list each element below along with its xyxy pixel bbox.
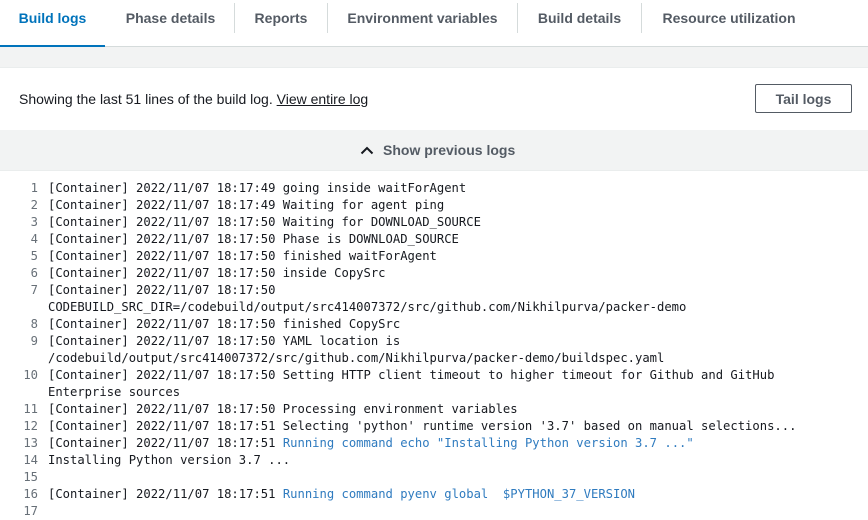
log-line-text: [Container] 2022/11/07 18:17:51 Running … bbox=[48, 435, 868, 452]
log-line: 17 bbox=[0, 503, 868, 520]
log-line: 10 [Container] 2022/11/07 18:17:50 Settin… bbox=[0, 367, 868, 401]
log-line: 13 [Container] 2022/11/07 18:17:51 Runnin… bbox=[0, 435, 868, 452]
log-message: [Container] 2022/11/07 18:17:50 CODEBUIL… bbox=[48, 283, 687, 314]
log-line-number: 12 bbox=[23, 419, 38, 433]
log-line: 8 [Container] 2022/11/07 18:17:50 finishe… bbox=[0, 316, 868, 333]
log-line: 5 [Container] 2022/11/07 18:17:50 finishe… bbox=[0, 248, 868, 265]
log-line: 12 [Container] 2022/11/07 18:17:51 Select… bbox=[0, 418, 868, 435]
log-message: Installing Python version 3.7 ... bbox=[48, 453, 291, 467]
log-line-text: Installing Python version 3.7 ... bbox=[48, 452, 868, 469]
log-info-bar: Showing the last 51 lines of the build l… bbox=[0, 67, 868, 131]
log-line-text: [Container] 2022/11/07 18:17:51 Selectin… bbox=[48, 418, 868, 435]
view-entire-log-link[interactable]: View entire log bbox=[277, 91, 369, 107]
log-line-number: 10 bbox=[23, 368, 38, 382]
tab-bar: Build logs Phase details Reports Environ… bbox=[0, 0, 868, 47]
log-summary-text: Showing the last 51 lines of the build l… bbox=[19, 91, 273, 107]
log-line-text: [Container] 2022/11/07 18:17:50 finished… bbox=[48, 248, 868, 265]
log-line-text: [Container] 2022/11/07 18:17:50 CODEBUIL… bbox=[48, 282, 868, 316]
log-message: [Container] 2022/11/07 18:17:51 bbox=[48, 487, 283, 501]
log-line-text: [Container] 2022/11/07 18:17:50 Processi… bbox=[48, 401, 868, 418]
log-command: Running command pyenv global $PYTHON_37_… bbox=[282, 487, 636, 501]
log-line-number: 6 bbox=[30, 266, 38, 280]
tab-build-logs[interactable]: Build logs bbox=[0, 0, 105, 47]
log-line: 2 [Container] 2022/11/07 18:17:49 Waiting… bbox=[0, 197, 868, 214]
log-message: [Container] 2022/11/07 18:17:49 going in… bbox=[48, 181, 467, 195]
log-line: 16 [Container] 2022/11/07 18:17:51 Runnin… bbox=[0, 486, 868, 503]
log-line-text: [Container] 2022/11/07 18:17:49 Waiting … bbox=[48, 197, 868, 214]
log-line: 3 [Container] 2022/11/07 18:17:50 Waiting… bbox=[0, 214, 868, 231]
chevron-up-icon bbox=[360, 146, 374, 154]
tail-logs-button[interactable]: Tail logs bbox=[755, 84, 852, 113]
log-line-text: [Container] 2022/11/07 18:17:49 going in… bbox=[48, 180, 868, 197]
log-line: 4 [Container] 2022/11/07 18:17:50 Phase i… bbox=[0, 231, 868, 248]
section-gap bbox=[0, 47, 868, 67]
tab-environment-variables[interactable]: Environment variables bbox=[328, 0, 517, 46]
log-line-number: 7 bbox=[30, 283, 38, 297]
tab-build-details[interactable]: Build details bbox=[518, 0, 641, 46]
log-line-number: 11 bbox=[23, 402, 38, 416]
log-line-text: [Container] 2022/11/07 18:17:50 Setting … bbox=[48, 367, 868, 401]
log-message: [Container] 2022/11/07 18:17:50 Waiting … bbox=[48, 215, 481, 229]
log-message: [Container] 2022/11/07 18:17:51 bbox=[48, 436, 283, 450]
build-log-output: 1 [Container] 2022/11/07 18:17:49 going i… bbox=[0, 180, 868, 520]
log-line-text bbox=[48, 503, 868, 520]
log-line: 15 bbox=[0, 469, 868, 486]
log-line-text bbox=[48, 469, 868, 486]
log-line-text: [Container] 2022/11/07 18:17:50 Phase is… bbox=[48, 231, 868, 248]
tab-phase-details[interactable]: Phase details bbox=[107, 0, 234, 46]
show-previous-logs-label: Show previous logs bbox=[383, 142, 516, 158]
log-line-text: [Container] 2022/11/07 18:17:50 finished… bbox=[48, 316, 868, 333]
log-line-text: [Container] 2022/11/07 18:17:51 Running … bbox=[48, 486, 868, 503]
log-line-text: [Container] 2022/11/07 18:17:50 YAML loc… bbox=[48, 333, 868, 367]
log-message: [Container] 2022/11/07 18:17:50 Setting … bbox=[48, 368, 775, 399]
show-previous-logs-button[interactable]: Show previous logs bbox=[360, 142, 515, 158]
log-line-number: 1 bbox=[30, 181, 38, 195]
log-line-number: 15 bbox=[23, 470, 38, 484]
log-message: [Container] 2022/11/07 18:17:50 finished… bbox=[48, 317, 401, 331]
log-line: 6 [Container] 2022/11/07 18:17:50 inside … bbox=[0, 265, 868, 282]
tab-resource-utilization[interactable]: Resource utilization bbox=[642, 0, 816, 46]
log-line-number: 8 bbox=[30, 317, 38, 331]
log-line-number: 9 bbox=[30, 334, 38, 348]
log-line-number: 17 bbox=[23, 504, 38, 518]
log-line: 7 [Container] 2022/11/07 18:17:50 CODEBUI… bbox=[0, 282, 868, 316]
log-message: [Container] 2022/11/07 18:17:50 finished… bbox=[48, 249, 437, 263]
log-line-number: 13 bbox=[23, 436, 38, 450]
log-line-text: [Container] 2022/11/07 18:17:50 Waiting … bbox=[48, 214, 868, 231]
log-message: [Container] 2022/11/07 18:17:50 YAML loc… bbox=[48, 334, 665, 365]
log-line-number: 2 bbox=[30, 198, 38, 212]
log-message: [Container] 2022/11/07 18:17:50 inside C… bbox=[48, 266, 386, 280]
tab-reports[interactable]: Reports bbox=[235, 0, 327, 46]
log-line-number: 3 bbox=[30, 215, 38, 229]
log-line-number: 4 bbox=[30, 232, 38, 246]
log-message: [Container] 2022/11/07 18:17:50 Phase is… bbox=[48, 232, 459, 246]
log-message: [Container] 2022/11/07 18:17:49 Waiting … bbox=[48, 198, 445, 212]
log-message: [Container] 2022/11/07 18:17:50 Processi… bbox=[48, 402, 518, 416]
log-message: [Container] 2022/11/07 18:17:51 Selectin… bbox=[48, 419, 797, 433]
log-line-text: [Container] 2022/11/07 18:17:50 inside C… bbox=[48, 265, 868, 282]
log-info-text: Showing the last 51 lines of the build l… bbox=[19, 91, 368, 107]
log-line-number: 5 bbox=[30, 249, 38, 263]
log-line-number: 14 bbox=[23, 453, 38, 467]
log-line-number: 16 bbox=[23, 487, 38, 501]
log-line: 1 [Container] 2022/11/07 18:17:49 going i… bbox=[0, 180, 868, 197]
log-line: 14 Installing Python version 3.7 ... bbox=[0, 452, 868, 469]
log-command: Running command echo "Installing Python … bbox=[282, 436, 694, 450]
log-line: 11 [Container] 2022/11/07 18:17:50 Proces… bbox=[0, 401, 868, 418]
log-line: 9 [Container] 2022/11/07 18:17:50 YAML lo… bbox=[0, 333, 868, 367]
show-previous-logs-bar: Show previous logs bbox=[0, 130, 868, 171]
